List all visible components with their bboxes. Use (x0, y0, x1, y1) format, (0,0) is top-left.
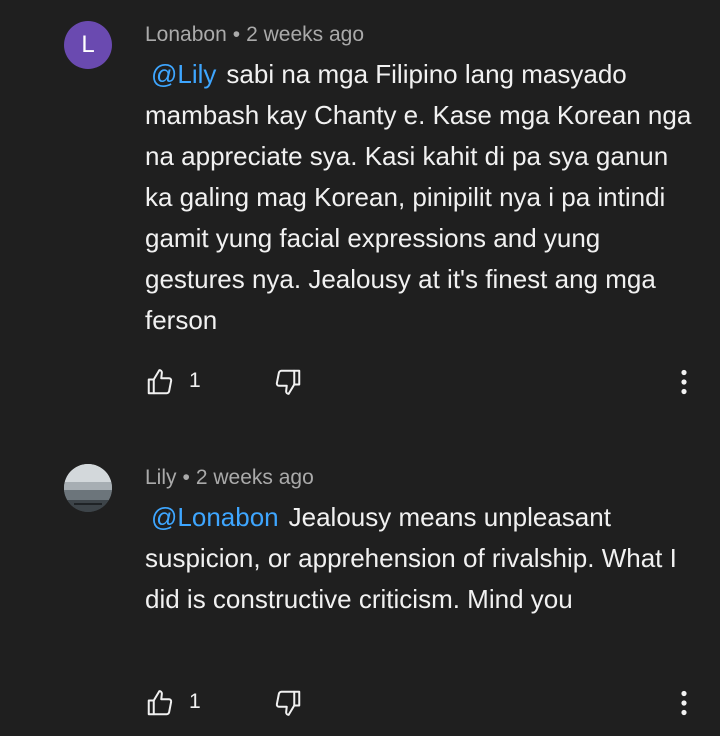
comment-meta: Lonabon • 2 weeks ago (145, 23, 364, 47)
more-vertical-icon (680, 369, 688, 395)
like-button[interactable] (140, 362, 180, 402)
meta-separator: • (232, 23, 241, 46)
comment-text: @Lonabon Jealousy means unpleasant suspic… (145, 497, 700, 620)
mention-link[interactable]: @Lonabon (145, 502, 289, 532)
dislike-button[interactable] (268, 683, 308, 723)
author-name[interactable]: Lily (145, 466, 177, 489)
comment-body: sabi na mga Filipino lang masyado mambas… (145, 59, 692, 335)
more-actions-button[interactable] (664, 683, 704, 723)
like-count: 1 (189, 369, 201, 392)
avatar-letter: L (81, 31, 95, 58)
comment-timestamp[interactable]: 2 weeks ago (246, 23, 364, 46)
comment-actions: 1 (0, 683, 720, 723)
more-actions-button[interactable] (664, 362, 704, 402)
mention-link[interactable]: @Lily (145, 59, 226, 89)
comment-meta: Lily • 2 weeks ago (145, 466, 314, 490)
meta-separator: • (182, 466, 190, 489)
comment-actions: 1 (0, 362, 720, 402)
thumb-down-icon (273, 688, 303, 718)
thumb-up-icon (145, 367, 175, 397)
avatar[interactable]: L (64, 21, 112, 69)
thumb-down-icon (273, 367, 303, 397)
author-name[interactable]: Lonabon (145, 23, 227, 46)
avatar[interactable] (64, 464, 112, 512)
more-vertical-icon (680, 690, 688, 716)
like-button[interactable] (140, 683, 180, 723)
comment-timestamp[interactable]: 2 weeks ago (196, 466, 314, 489)
like-count: 1 (189, 690, 201, 713)
dislike-button[interactable] (268, 362, 308, 402)
comment-text: @Lily sabi na mga Filipino lang masyado m… (145, 54, 700, 341)
thumb-up-icon (145, 688, 175, 718)
avatar-photo-image (64, 464, 112, 512)
